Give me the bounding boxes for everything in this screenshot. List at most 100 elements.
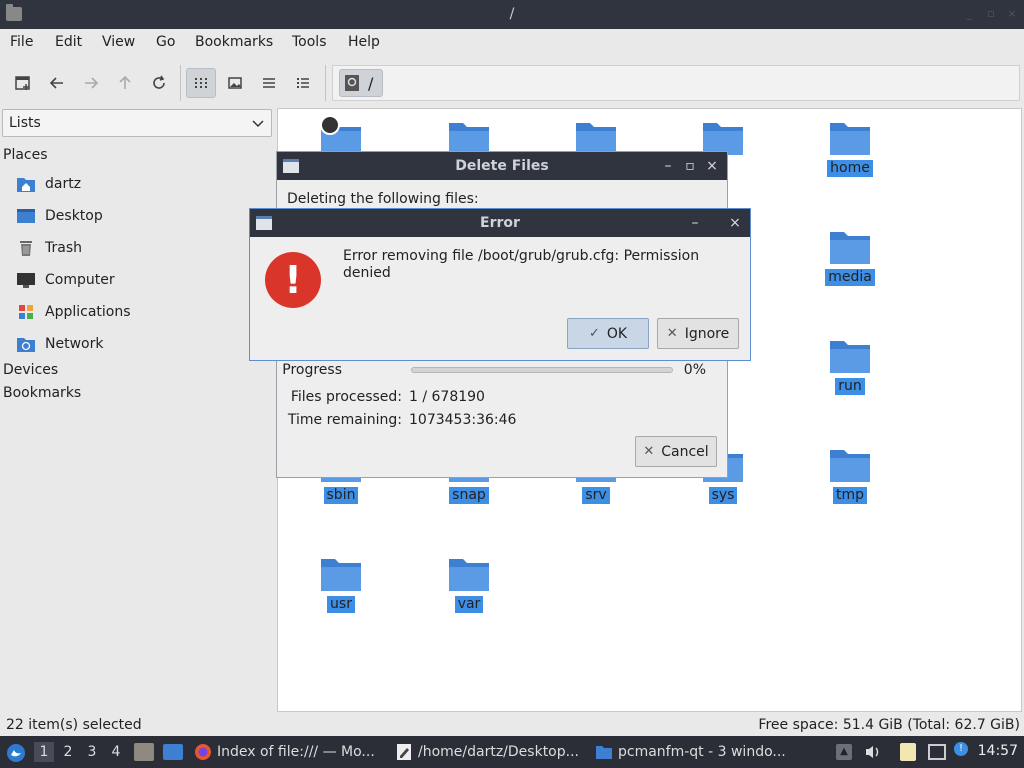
menu-bar: File Edit View Go Bookmarks Tools Help xyxy=(0,29,1024,57)
sidebar-item-label: Trash xyxy=(45,240,82,256)
minimize-button[interactable]: – xyxy=(686,209,704,237)
error-message: Error removing file /boot/grub/grub.cfg:… xyxy=(343,248,700,281)
progress-percent: 0% xyxy=(683,362,706,378)
folder-name: media xyxy=(825,269,875,286)
new-tab-icon xyxy=(15,76,30,90)
notification-icon[interactable]: ! xyxy=(954,742,968,756)
reload-button[interactable] xyxy=(144,68,174,98)
sidebar-item-label: Network xyxy=(45,336,104,352)
sidebar-item-network[interactable]: Network xyxy=(16,331,266,357)
minimize-button[interactable]: – xyxy=(659,152,677,180)
firefox-icon xyxy=(194,743,212,761)
places-header[interactable]: Places xyxy=(3,147,48,163)
side-pane-mode-select[interactable]: Lists xyxy=(2,109,272,137)
folder-name: sys xyxy=(708,487,738,504)
workspace-1[interactable]: 1 xyxy=(34,742,54,762)
folder-item-usr[interactable]: usr xyxy=(286,553,396,613)
close-button[interactable]: × xyxy=(703,152,721,180)
clipboard-icon[interactable] xyxy=(900,743,916,761)
close-icon: ✕ xyxy=(666,326,678,341)
menu-edit[interactable]: Edit xyxy=(55,34,82,50)
menu-file[interactable]: File xyxy=(10,34,33,50)
folder-icon xyxy=(830,123,870,155)
arrow-up-icon xyxy=(119,75,131,89)
menu-tools[interactable]: Tools xyxy=(292,34,327,50)
window-icon xyxy=(256,216,272,230)
volume-icon[interactable] xyxy=(864,744,882,760)
folder-item-home[interactable]: home xyxy=(795,117,905,177)
detailed-list-icon xyxy=(297,78,309,88)
icon-view-button[interactable] xyxy=(186,68,216,98)
ok-button[interactable]: ✓ OK xyxy=(567,318,649,349)
ok-label: OK xyxy=(606,325,628,342)
folder-item-run[interactable]: run xyxy=(795,335,905,395)
path-root-button[interactable]: / xyxy=(339,69,383,97)
text-editor-icon xyxy=(395,743,413,761)
sidebar-item-home[interactable]: dartz xyxy=(16,171,266,197)
sidebar-item-label: dartz xyxy=(45,176,82,192)
folder-item-var[interactable]: var xyxy=(414,553,524,613)
close-button[interactable]: × xyxy=(726,209,744,237)
progress-bar xyxy=(411,367,673,373)
reload-icon xyxy=(153,75,165,89)
forward-button[interactable] xyxy=(76,68,106,98)
start-menu-icon[interactable] xyxy=(6,743,26,763)
compact-view-button[interactable] xyxy=(254,68,284,98)
new-tab-button[interactable] xyxy=(8,68,38,98)
task-pcmanfm[interactable]: pcmanfm-qt - 3 windo... xyxy=(595,740,786,764)
file-manager-launcher-icon[interactable] xyxy=(134,743,154,761)
workspace-3[interactable]: 3 xyxy=(82,742,102,762)
error-dialog: Error – × ! Error removing file /boot/gr… xyxy=(249,208,751,361)
chevron-down-icon xyxy=(252,120,264,128)
menu-help[interactable]: Help xyxy=(348,34,380,50)
folder-name: var xyxy=(454,596,484,613)
tray-expand-icon[interactable]: ▲ xyxy=(836,744,852,760)
clock[interactable]: 14:57 xyxy=(978,743,1018,759)
network-status-icon[interactable] xyxy=(928,744,946,760)
sidebar-item-computer[interactable]: Computer xyxy=(16,267,266,293)
error-icon: ! xyxy=(265,252,321,308)
dialog-titlebar: Delete Files – ▫ × xyxy=(277,152,727,180)
maximize-button[interactable]: ▫ xyxy=(681,152,699,180)
workspace-4[interactable]: 4 xyxy=(106,742,126,762)
folder-icon xyxy=(830,232,870,264)
detailed-view-button[interactable] xyxy=(288,68,318,98)
folder-name: tmp xyxy=(832,487,867,504)
back-button[interactable] xyxy=(42,68,72,98)
devices-header[interactable]: Devices xyxy=(3,362,58,378)
workspace-2[interactable]: 2 xyxy=(58,742,78,762)
show-desktop-icon[interactable] xyxy=(163,744,183,760)
menu-view[interactable]: View xyxy=(102,34,135,50)
computer-icon xyxy=(16,270,36,290)
task-firefox[interactable]: Index of file:/// — Mo... xyxy=(194,740,375,764)
menu-go[interactable]: Go xyxy=(156,34,175,50)
path-text: / xyxy=(368,73,374,93)
grid-icon xyxy=(195,78,207,88)
maximize-button[interactable]: ▫ xyxy=(984,7,998,21)
menu-bookmarks[interactable]: Bookmarks xyxy=(195,34,273,50)
dialog-titlebar: Error – × xyxy=(250,209,750,237)
ignore-button[interactable]: ✕ Ignore xyxy=(657,318,739,349)
taskbar: 1 2 3 4 Index of file:/// — Mo... /home/… xyxy=(0,736,1024,768)
cancel-button[interactable]: ✕ Cancel xyxy=(635,436,717,467)
files-processed-value: 1 / 678190 xyxy=(409,389,485,405)
bookmarks-header[interactable]: Bookmarks xyxy=(3,385,81,401)
thumbnail-view-button[interactable] xyxy=(220,68,250,98)
sidebar-item-desktop[interactable]: Desktop xyxy=(16,203,266,229)
folder-icon xyxy=(830,450,870,482)
desktop-icon xyxy=(16,206,36,226)
folder-icon xyxy=(449,559,489,591)
side-pane-mode-value: Lists xyxy=(9,115,41,131)
minimize-button[interactable]: _ xyxy=(962,7,976,21)
window-icon xyxy=(283,159,299,173)
folder-item-media[interactable]: media xyxy=(795,226,905,286)
status-bar: 22 item(s) selected Free space: 51.4 GiB… xyxy=(0,714,1024,736)
sidebar-item-trash[interactable]: Trash xyxy=(16,235,266,261)
free-space-status: Free space: 51.4 GiB (Total: 62.7 GiB) xyxy=(758,717,1020,733)
folder-item-tmp[interactable]: tmp xyxy=(795,444,905,504)
task-text-editor[interactable]: /home/dartz/Desktop... xyxy=(395,740,579,764)
close-button[interactable]: × xyxy=(1005,7,1019,21)
sidebar-item-applications[interactable]: Applications xyxy=(16,299,266,325)
up-button[interactable] xyxy=(110,68,140,98)
dialog-title: Error xyxy=(480,215,520,231)
